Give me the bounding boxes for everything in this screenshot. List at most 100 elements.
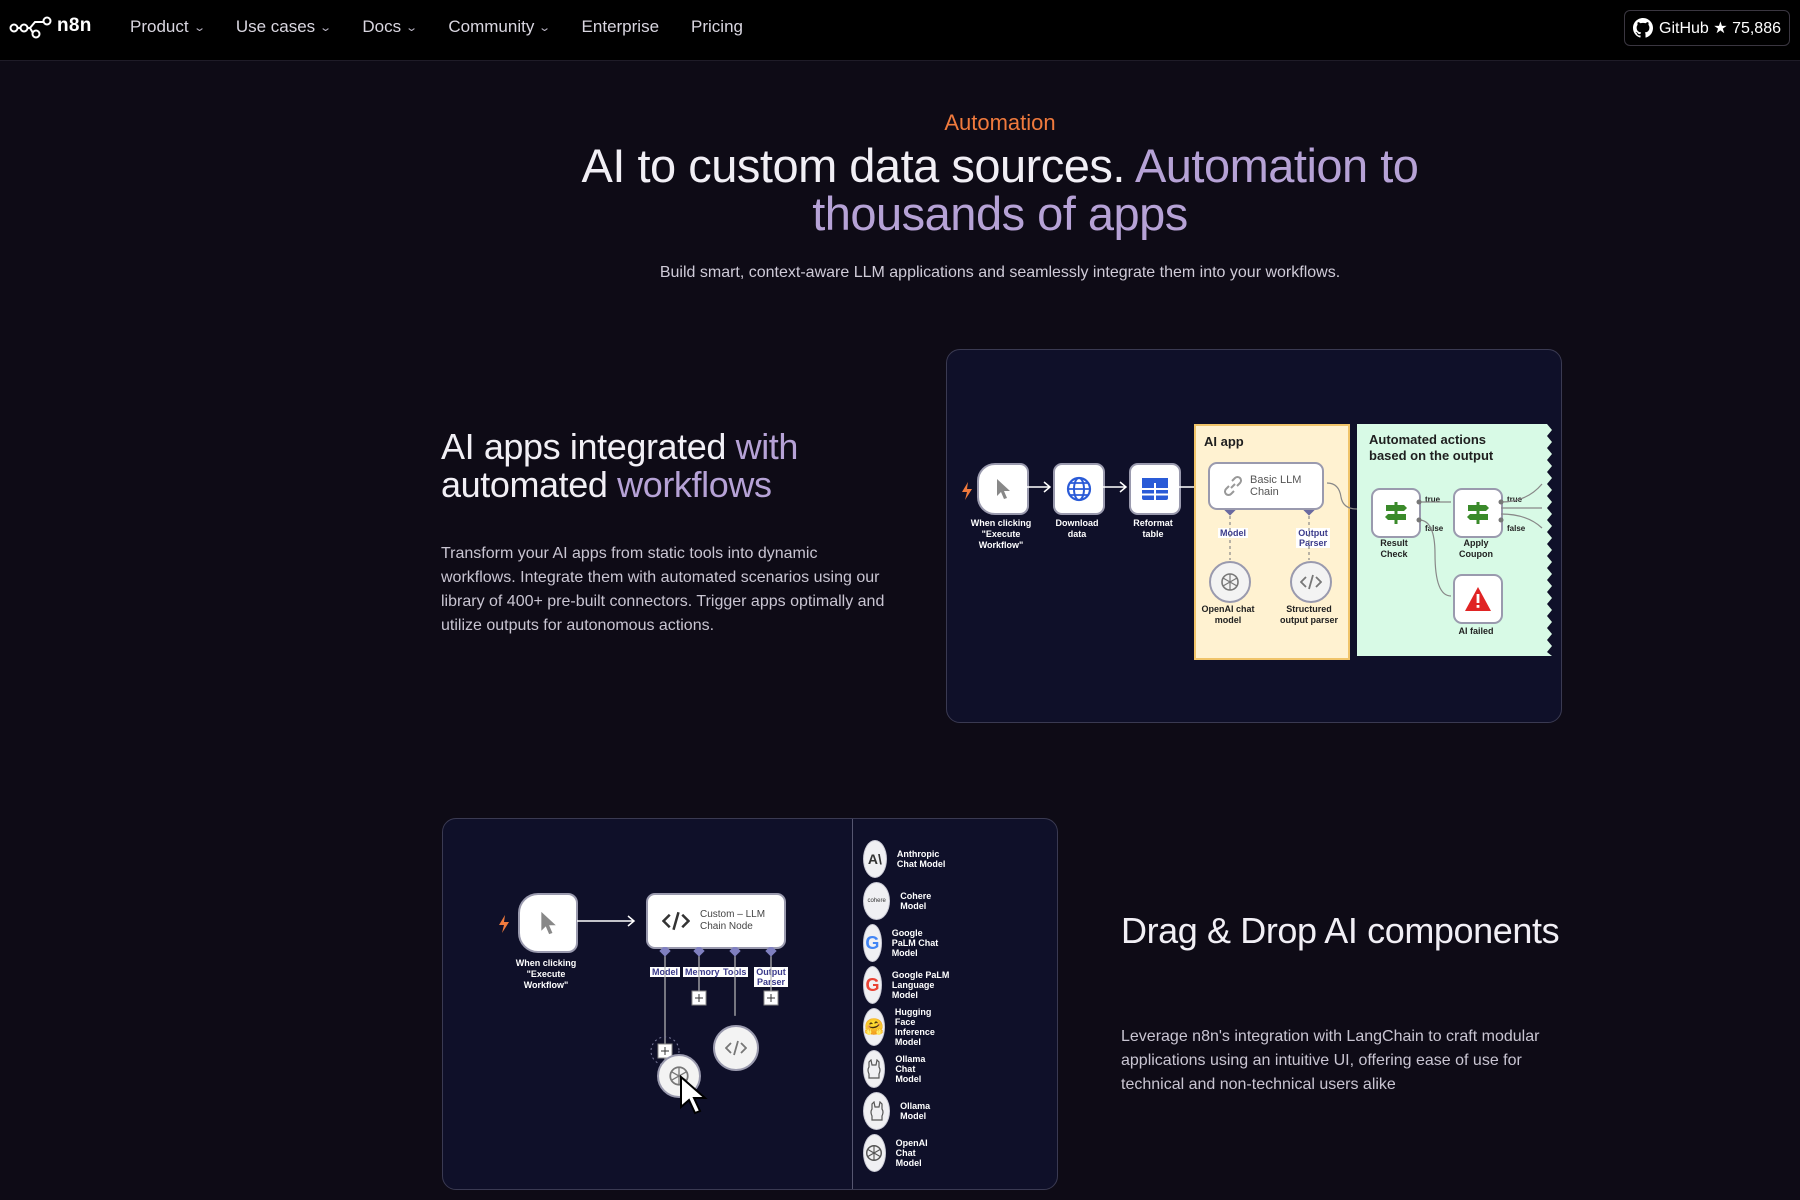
reformat-label: Reformat table — [1133, 518, 1173, 539]
nav-item-label: Pricing — [691, 17, 743, 36]
github-stars-button[interactable]: GitHub ★ 75,886 — [1624, 10, 1790, 46]
section1-title: AI apps integrated with automated workfl… — [441, 428, 798, 504]
arrow-connector — [577, 915, 636, 927]
ollama-icon — [863, 1050, 886, 1088]
chain-to-auto-connector — [1327, 482, 1358, 510]
chevron-down-icon: ⌄ — [405, 21, 419, 34]
arrow-connector — [1103, 481, 1128, 493]
model-item-openai-chat[interactable]: OpenAI Chat Model — [863, 1133, 943, 1173]
model-item-google-palm-language[interactable]: G Google PaLM Language Model — [863, 965, 954, 1005]
lightning-icon — [499, 915, 509, 933]
logo-text: n8n — [57, 15, 92, 36]
anthropic-icon: A\ — [863, 840, 887, 878]
branch-connectors — [1416, 424, 1552, 656]
chevron-down-icon: ⌄ — [538, 21, 552, 34]
code-icon — [1300, 574, 1322, 590]
google-icon: G — [863, 924, 882, 962]
google-icon: G — [863, 966, 882, 1004]
openai-icon — [1221, 573, 1239, 591]
nav-item-community[interactable]: Community ⌄ — [448, 17, 552, 37]
nav-item-docs[interactable]: Docs ⌄ — [362, 17, 419, 37]
model-item-ollama[interactable]: Ollama Model — [863, 1091, 941, 1131]
download-label: Download data — [1055, 518, 1099, 539]
model-item-anthropic[interactable]: A\ Anthropic Chat Model — [863, 839, 954, 879]
cursor-icon — [997, 479, 1010, 499]
hero-subtitle: Build smart, context-aware LLM applicati… — [659, 264, 1341, 281]
openai-label: OpenAI chat model — [1201, 604, 1255, 625]
output-parser-node[interactable] — [1290, 561, 1332, 603]
nav-item-pricing[interactable]: Pricing — [691, 17, 743, 37]
trigger-node[interactable] — [977, 463, 1029, 515]
link-icon — [1223, 475, 1243, 497]
model-name: Anthropic Chat Model — [896, 849, 946, 869]
chain-label: Custom – LLM Chain Node — [700, 909, 766, 932]
model-name: OpenAI Chat Model — [895, 1138, 928, 1168]
nav-item-label: Product — [130, 17, 189, 36]
hero-title: AI to custom data sources. Automation to… — [480, 142, 1520, 238]
arrow-connector — [1027, 481, 1052, 493]
hero-title-white: AI to custom data sources. — [581, 139, 1135, 192]
table-icon — [1142, 478, 1168, 500]
model-name: Ollama Chat Model — [895, 1054, 926, 1084]
openai-model-node[interactable] — [1209, 561, 1251, 603]
top-navigation: n8n Product ⌄ Use cases ⌄ Docs ⌄ Community ⌄… — [0, 0, 1800, 61]
parser-label: Structured output parser — [1279, 604, 1338, 625]
section1-title-part: with — [735, 426, 799, 467]
connector-lines — [1224, 510, 1315, 560]
section1-title-part: AI apps integrated — [441, 426, 736, 467]
chevron-down-icon: ⌄ — [319, 21, 333, 34]
section1-title-part: automated — [441, 464, 618, 505]
model-item-hugging-face[interactable]: 🤗 Hugging Face Inference Model — [863, 1007, 951, 1047]
trigger-node[interactable] — [518, 893, 578, 953]
globe-icon — [1066, 476, 1092, 502]
drag-drop-diagram: When clicking "Execute Workflow" Custom … — [442, 818, 1058, 1190]
automated-actions-zone: Automated actions based on the output Re… — [1357, 424, 1552, 656]
llm-chain-node[interactable]: Basic LLM Chain — [1208, 462, 1324, 510]
nav-item-label: Community — [448, 17, 535, 36]
trigger-label: When clicking "Execute Workflow" — [515, 958, 577, 990]
section2-title: Drag & Drop AI components — [1121, 910, 1560, 951]
model-name: Cohere Model — [900, 891, 932, 911]
llm-chain-node[interactable]: Custom – LLM Chain Node — [646, 893, 786, 949]
cursor-icon — [541, 911, 556, 935]
model-item-ollama-chat[interactable]: Ollama Chat Model — [863, 1049, 941, 1089]
reformat-node[interactable] — [1129, 463, 1181, 515]
tool-code-node[interactable] — [713, 1025, 759, 1071]
code-icon — [662, 911, 690, 931]
mouse-pointer-icon — [680, 1075, 708, 1115]
openai-icon — [863, 1134, 886, 1172]
nav-item-enterprise[interactable]: Enterprise — [582, 17, 659, 37]
nav-item-label: Docs — [362, 17, 402, 36]
model-item-cohere[interactable]: cohere Cohere Model — [863, 881, 942, 921]
llm-chain-label: Basic LLM Chain — [1250, 474, 1302, 498]
panel-divider — [852, 819, 853, 1189]
section2-body: Leverage n8n's integration with LangChai… — [1121, 1028, 1540, 1093]
ai-app-zone: AI app Basic LLM Chain Model Output Pars… — [1194, 424, 1350, 660]
github-stars-label: GitHub ★ 75,886 — [1659, 20, 1781, 37]
ai-zone-title: AI app — [1204, 434, 1244, 449]
chevron-down-icon: ⌄ — [192, 21, 206, 34]
model-name: Google PaLM Chat Model — [891, 928, 939, 958]
model-item-google-palm-chat[interactable]: G Google PaLM Chat Model — [863, 923, 942, 963]
trigger-label: When clicking "Execute Workflow" — [970, 518, 1032, 550]
download-node[interactable] — [1053, 463, 1105, 515]
hugging-face-icon: 🤗 — [863, 1008, 885, 1046]
nav-item-label: Enterprise — [581, 17, 660, 36]
nav-item-use-cases[interactable]: Use cases ⌄ — [235, 17, 333, 37]
nav-item-product[interactable]: Product ⌄ — [130, 17, 206, 37]
hero-eyebrow: Automation — [944, 110, 1056, 135]
code-icon — [725, 1040, 747, 1056]
n8n-logo[interactable]: n8n — [9, 13, 92, 39]
section1-body: Transform your AI apps from static tools… — [441, 545, 885, 634]
cohere-icon: cohere — [863, 882, 891, 920]
nav-menu: Product ⌄ Use cases ⌄ Docs ⌄ Community ⌄ Ent… — [130, 17, 775, 37]
ai-workflow-diagram: When clicking "Execute Workflow" Downloa… — [946, 349, 1562, 723]
github-icon — [1633, 18, 1654, 38]
nav-item-label: Use cases — [235, 17, 316, 36]
model-name: Hugging Face Inference Model — [894, 1007, 935, 1047]
lightning-icon — [962, 482, 972, 500]
n8n-logo-icon — [9, 16, 52, 39]
ollama-icon — [863, 1092, 891, 1130]
section1-title-part: workflows — [617, 464, 772, 505]
model-name: Google PaLM Language Model — [891, 970, 950, 1000]
